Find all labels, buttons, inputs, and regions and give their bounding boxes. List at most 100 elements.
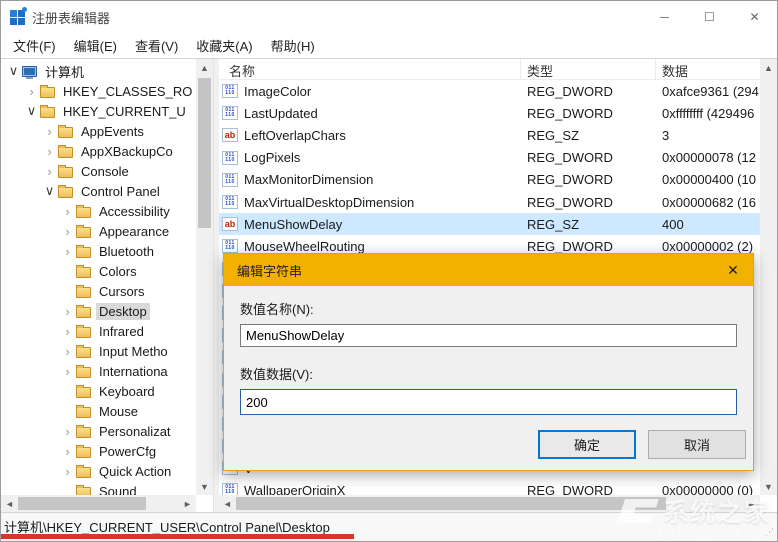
- folder-icon: [76, 325, 96, 338]
- chevron-right-icon[interactable]: ›: [59, 324, 76, 339]
- tree-item[interactable]: Mouse: [1, 401, 196, 421]
- tree-vertical-scrollbar[interactable]: ▲ ▼: [196, 59, 213, 495]
- chevron-right-icon[interactable]: ›: [41, 164, 58, 179]
- maximize-button[interactable]: ☐: [687, 1, 732, 33]
- tree-scroll-thumb[interactable]: [198, 78, 211, 228]
- ok-button[interactable]: 确定: [538, 430, 636, 459]
- table-row[interactable]: 011110MaxMonitorDimensionREG_DWORD0x0000…: [219, 169, 760, 191]
- list-hscroll-thumb[interactable]: [236, 497, 666, 510]
- tree-item[interactable]: ›Personalizat: [1, 421, 196, 441]
- tree-item[interactable]: ›Accessibility: [1, 201, 196, 221]
- folder-icon: [76, 365, 96, 378]
- tree-item[interactable]: ›AppEvents: [1, 121, 196, 141]
- tree-item[interactable]: ›Appearance: [1, 221, 196, 241]
- tree-item[interactable]: ›Infrared: [1, 321, 196, 341]
- tree-item[interactable]: › PowerCfg: [1, 441, 196, 461]
- chevron-right-icon[interactable]: ›: [41, 144, 58, 159]
- chevron-right-icon[interactable]: ›: [23, 84, 40, 99]
- chevron-right-icon[interactable]: ›: [59, 444, 76, 459]
- tree-item-label: Cursors: [96, 283, 148, 300]
- tree-item[interactable]: › Quick Action: [1, 461, 196, 481]
- chevron-right-icon[interactable]: ›: [41, 124, 58, 139]
- close-button[interactable]: ✕: [732, 1, 777, 33]
- tree-item[interactable]: ›HKEY_CLASSES_RO: [1, 81, 196, 101]
- value-data: 0x00000400 (10: [656, 172, 760, 187]
- chevron-right-icon[interactable]: ›: [59, 304, 76, 319]
- table-row[interactable]: abMenuShowDelayREG_SZ400: [219, 213, 760, 235]
- chevron-down-icon[interactable]: ∨: [23, 103, 40, 119]
- value-name-input[interactable]: [240, 324, 737, 347]
- value-type: REG_SZ: [521, 217, 656, 232]
- table-row[interactable]: 011110LastUpdatedREG_DWORD0xffffffff (42…: [219, 102, 760, 124]
- folder-icon: [58, 145, 78, 158]
- chevron-right-icon[interactable]: ›: [59, 464, 76, 479]
- reg-dword-icon: 011110: [222, 106, 238, 120]
- tree-item[interactable]: ›Input Metho: [1, 341, 196, 361]
- chevron-right-icon[interactable]: ›: [59, 364, 76, 379]
- menu-item[interactable]: 文件(F): [4, 33, 65, 58]
- scroll-left-icon[interactable]: ◄: [1, 495, 18, 512]
- scroll-up-icon[interactable]: ▲: [196, 59, 213, 76]
- dialog-title-bar[interactable]: 编辑字符串 ✕: [224, 254, 753, 286]
- table-row[interactable]: 011110ImageColorREG_DWORD0xafce9361 (294: [219, 80, 760, 102]
- tree-horizontal-scrollbar[interactable]: ◄ ►: [1, 495, 196, 512]
- cancel-button[interactable]: 取消: [648, 430, 746, 459]
- table-row[interactable]: 011110WallpaperOriginXREG_DWORD0x0000000…: [219, 479, 760, 495]
- chevron-right-icon[interactable]: ›: [59, 204, 76, 219]
- chevron-right-icon[interactable]: ›: [59, 244, 76, 259]
- registry-editor-window: 注册表编辑器 ─ ☐ ✕ 文件(F)编辑(E)查看(V)收藏夹(A)帮助(H) …: [0, 0, 778, 542]
- table-row[interactable]: abLeftOverlapCharsREG_SZ3: [219, 124, 760, 146]
- scroll-left-icon[interactable]: ◄: [219, 495, 236, 512]
- tree-item[interactable]: ∨ Control Panel: [1, 181, 196, 201]
- registry-editor-icon: [10, 10, 25, 25]
- chevron-right-icon[interactable]: ›: [59, 224, 76, 239]
- tree-item-label: PowerCfg: [96, 443, 159, 460]
- column-header-name[interactable]: 名称: [219, 59, 521, 79]
- tree-item-label: Quick Action: [96, 463, 174, 480]
- tree-item[interactable]: Colors: [1, 261, 196, 281]
- table-row[interactable]: 011110LogPixelsREG_DWORD0x00000078 (12: [219, 147, 760, 169]
- menu-item[interactable]: 帮助(H): [262, 33, 324, 58]
- scroll-down-icon[interactable]: ▼: [196, 478, 213, 495]
- resize-grip[interactable]: ⋰: [765, 527, 774, 538]
- tree-item[interactable]: ›Internationa: [1, 361, 196, 381]
- menu-item[interactable]: 查看(V): [126, 33, 187, 58]
- scroll-down-icon[interactable]: ▼: [760, 478, 777, 495]
- menu-item[interactable]: 收藏夹(A): [187, 33, 261, 58]
- list-horizontal-scrollbar[interactable]: ◄ ►: [219, 495, 760, 512]
- chevron-down-icon[interactable]: ∨: [41, 183, 58, 199]
- tree-item[interactable]: Sound: [1, 481, 196, 495]
- scroll-right-icon[interactable]: ►: [743, 495, 760, 512]
- menu-item[interactable]: 编辑(E): [65, 33, 126, 58]
- reg-dword-icon: 011110: [222, 239, 238, 253]
- tree-hscroll-thumb[interactable]: [18, 497, 146, 510]
- tree-item-label: AppXBackupCo: [78, 143, 176, 160]
- scroll-right-icon[interactable]: ►: [179, 495, 196, 512]
- chevron-right-icon[interactable]: ›: [59, 344, 76, 359]
- value-data-input[interactable]: [240, 389, 737, 415]
- chevron-down-icon[interactable]: ∨: [5, 63, 22, 79]
- chevron-right-icon[interactable]: ›: [59, 424, 76, 439]
- value-type: REG_DWORD: [521, 106, 656, 121]
- tree-item[interactable]: ∨HKEY_CURRENT_U: [1, 101, 196, 121]
- minimize-button[interactable]: ─: [642, 1, 687, 33]
- table-row[interactable]: 011110MaxVirtualDesktopDimensionREG_DWOR…: [219, 191, 760, 213]
- tree-item[interactable]: Keyboard: [1, 381, 196, 401]
- column-header-data[interactable]: 数据: [656, 59, 760, 79]
- tree-item-label: Mouse: [96, 403, 141, 420]
- list-vertical-scrollbar[interactable]: ▲ ▼: [760, 59, 777, 495]
- scroll-up-icon[interactable]: ▲: [760, 59, 777, 76]
- tree-item[interactable]: › AppXBackupCo: [1, 141, 196, 161]
- tree-item-label: Keyboard: [96, 383, 158, 400]
- window-title: 注册表编辑器: [32, 8, 110, 27]
- tree-item[interactable]: Cursors: [1, 281, 196, 301]
- tree-item-label: Control Panel: [78, 183, 163, 200]
- reg-dword-icon: 011110: [222, 195, 238, 209]
- tree-item[interactable]: ›Bluetooth: [1, 241, 196, 261]
- tree-item[interactable]: ›Console: [1, 161, 196, 181]
- dialog-close-icon[interactable]: ✕: [713, 262, 753, 279]
- tree-item[interactable]: ∨计算机: [1, 61, 196, 81]
- value-type: REG_DWORD: [521, 195, 656, 210]
- tree-item[interactable]: ›Desktop: [1, 301, 196, 321]
- column-header-type[interactable]: 类型: [521, 59, 656, 79]
